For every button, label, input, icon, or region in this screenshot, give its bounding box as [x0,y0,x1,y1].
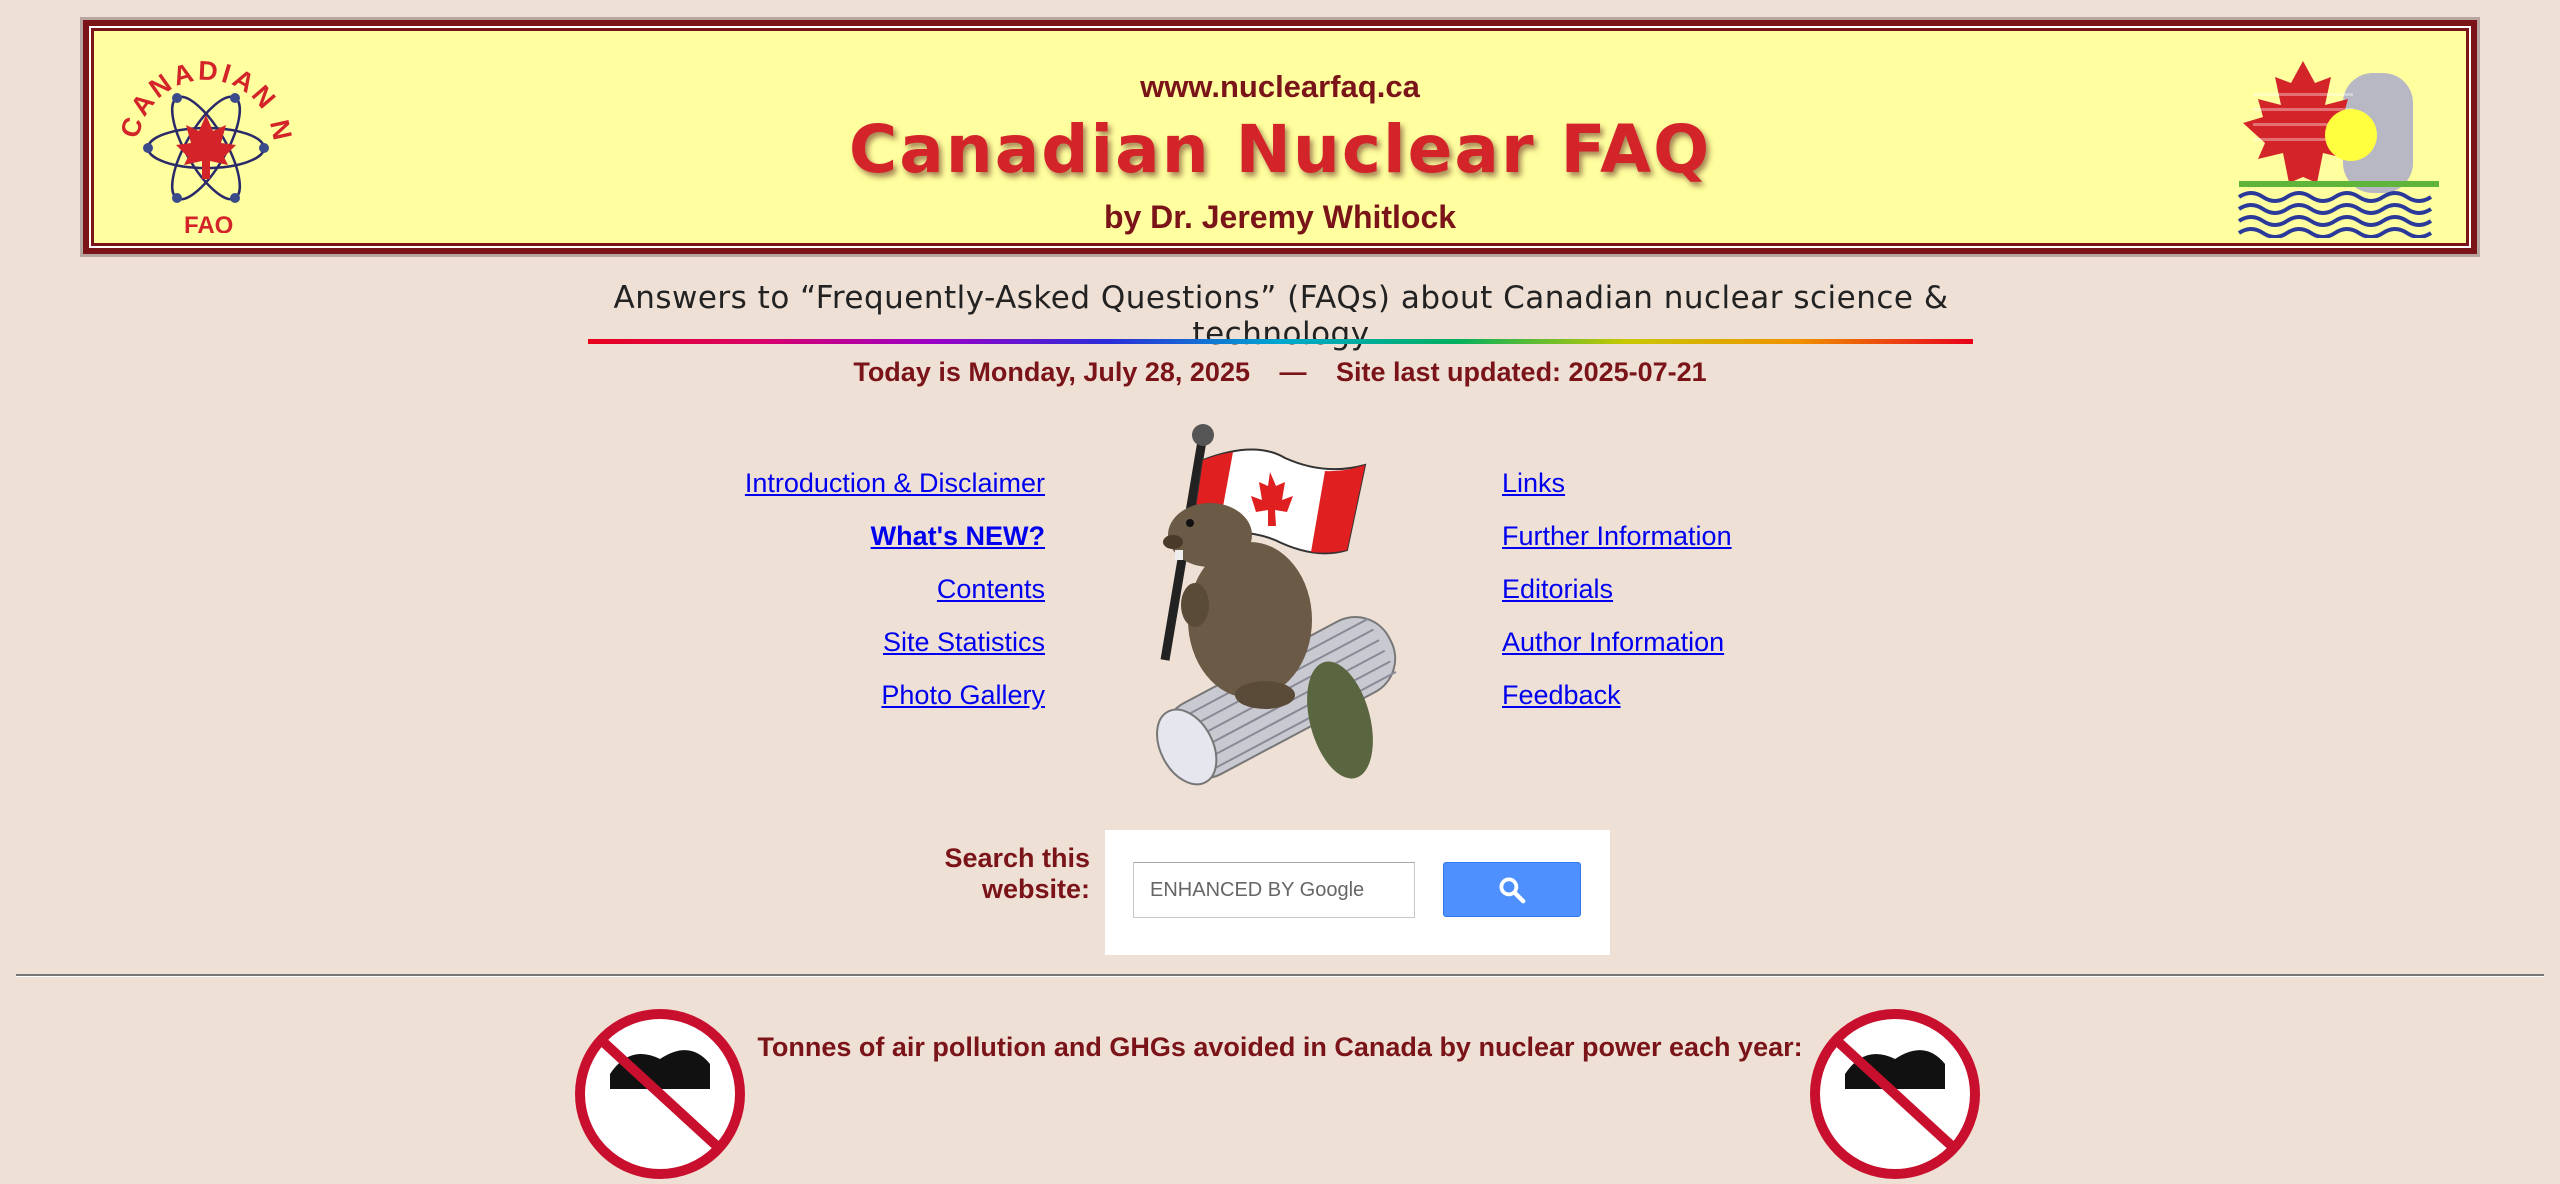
nav-left: Introduction & Disclaimer What's NEW? Co… [605,457,1045,722]
nav-link-photo-gallery[interactable]: Photo Gallery [605,669,1045,722]
last-updated: Site last updated: 2025-07-21 [1336,357,1707,387]
pollution-heading: Tonnes of air pollution and GHGs avoided… [757,1032,1803,1062]
date-line: Today is Monday, July 28, 2025 — Site la… [0,357,2560,388]
site-title: Canadian Nuclear FAQ [848,111,1712,188]
nav-link-contents[interactable]: Contents [605,563,1045,616]
beaver-flag-mascot [1156,424,1397,786]
search-label-line1: Search this [944,843,1090,873]
rainbow-divider [588,339,1973,344]
nav-link-links[interactable]: Links [1502,457,1942,510]
no-smoke-icon [575,1009,745,1179]
nav-link-site-statistics[interactable]: Site Statistics [605,616,1045,669]
nav-link-feedback[interactable]: Feedback [1502,669,1942,722]
horizontal-rule [16,974,2544,976]
site-url: www.nuclearfaq.ca [1140,69,1420,104]
no-smoke-icon [1810,1009,1980,1179]
site-banner: CANADIAN NUCLEAR FAQ www.nuclearfaq.ca C… [80,17,2480,257]
nav-right: Links Further Information Editorials Aut… [1502,457,1942,722]
search-label: Search this website: [890,843,1090,905]
nav-link-author-information[interactable]: Author Information [1502,616,1942,669]
banner-inner: CANADIAN NUCLEAR FAQ www.nuclearfaq.ca C… [89,26,2471,248]
search-label-line2: website: [981,874,1090,904]
site-author: by Dr. Jeremy Whitlock [1103,199,1457,235]
nav-link-editorials[interactable]: Editorials [1502,563,1942,616]
maple-leaf-reactor-logo [2237,61,2439,238]
search-input[interactable] [1133,862,1415,918]
nav-link-further-information[interactable]: Further Information [1502,510,1942,563]
search-icon [1499,877,1526,903]
search-widget [1105,830,1610,955]
nav-link-introduction[interactable]: Introduction & Disclaimer [605,457,1045,510]
today-date: Today is Monday, July 28, 2025 [853,357,1250,387]
search-button[interactable] [1443,862,1581,917]
nav-link-whats-new[interactable]: What's NEW? [605,510,1045,563]
date-separator: — [1279,357,1307,387]
